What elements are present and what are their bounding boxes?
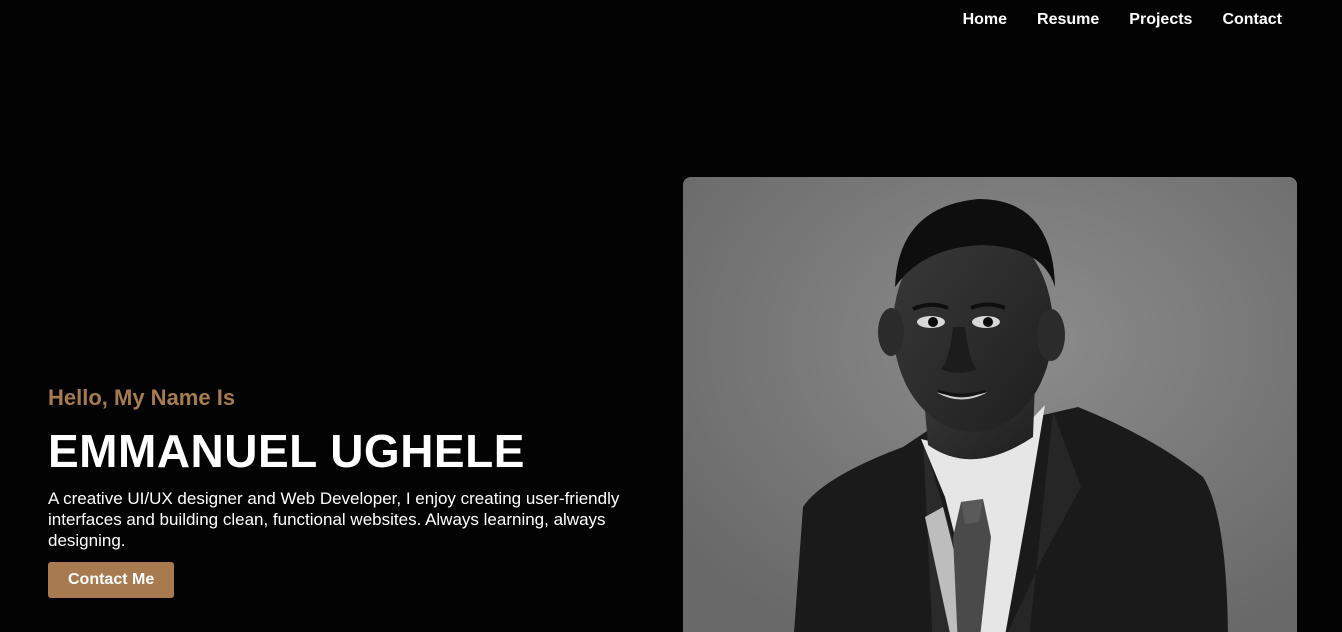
nav-resume-link[interactable]: Resume — [1037, 10, 1099, 30]
hero-name: EMMANUEL UGHELE — [48, 425, 525, 477]
nav-contact-link[interactable]: Contact — [1222, 10, 1282, 30]
profile-photo — [683, 177, 1297, 632]
hero-bio: A creative UI/UX designer and Web Develo… — [48, 489, 620, 550]
nav-projects-link[interactable]: Projects — [1129, 10, 1192, 30]
page: Home Resume Projects Contact Hello, My N… — [0, 0, 1342, 632]
top-nav: Home Resume Projects Contact — [963, 10, 1282, 30]
contact-me-button[interactable]: Contact Me — [48, 562, 175, 598]
nav-home-link[interactable]: Home — [963, 10, 1007, 30]
portrait-illustration — [683, 177, 1297, 632]
hero-greeting: Hello, My Name Is — [48, 385, 236, 410]
hero-section: Hello, My Name Is EMMANUEL UGHELE A crea… — [48, 384, 668, 598]
